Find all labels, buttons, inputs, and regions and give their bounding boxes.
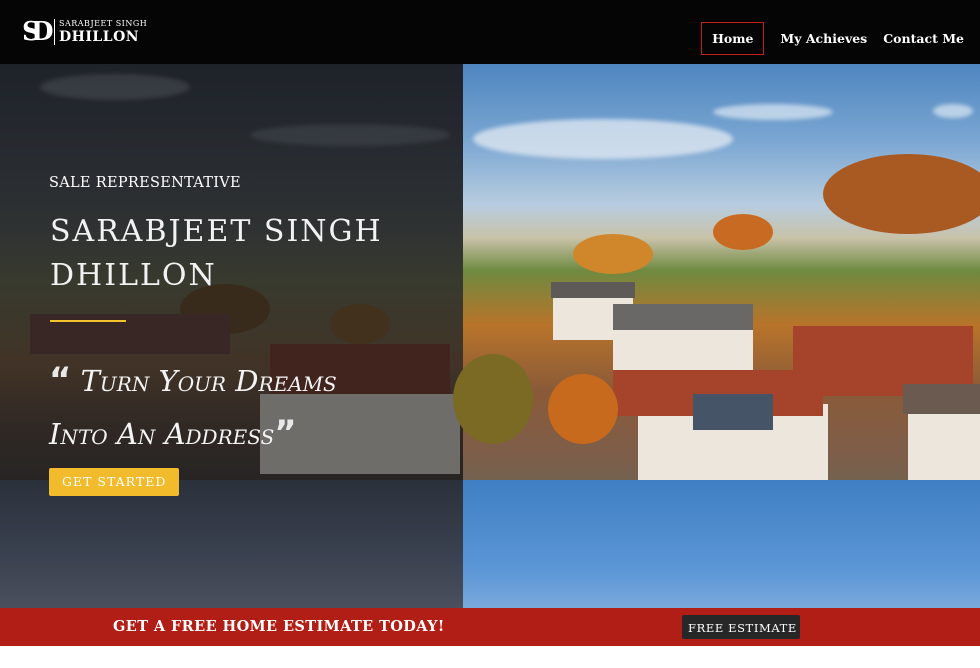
hero-divider [50,320,126,322]
site-header: SD SARABJEET SINGH DHILLON Home My Achie… [0,0,980,64]
hero-sky-left [0,480,463,608]
main-nav: Home My Achieves Contact Me [701,22,964,55]
estimate-banner: GET A FREE HOME ESTIMATE TODAY! FREE EST… [0,608,980,646]
hero-name: SARABJEET SINGH DHILLON [50,210,450,298]
hero-role: SALE REPRESENTATIVE [49,175,241,191]
estimate-banner-text: GET A FREE HOME ESTIMATE TODAY! [113,618,445,635]
site-logo[interactable]: SD SARABJEET SINGH DHILLON [22,15,147,49]
logo-monogram: SD [22,17,54,47]
nav-my-achieves[interactable]: My Achieves [780,31,867,46]
hero-tagline: “ Turn Your Dreams Into An Address” [49,354,459,460]
get-started-button[interactable]: GET STARTED [49,468,180,496]
logo-line1: SARABJEET SINGH [59,19,148,28]
hero-sky-right [463,480,980,608]
close-quote-icon: ” [274,413,297,453]
nav-home[interactable]: Home [701,22,765,55]
hero-section [0,64,980,608]
tagline-line2: Into An Address [49,417,275,451]
hero-name-line2: DHILLON [50,258,217,293]
free-estimate-button[interactable]: FREE ESTIMATE [682,615,800,639]
tagline-line1: Turn Your Dreams [80,364,337,398]
logo-line2: DHILLON [59,29,140,45]
open-quote-icon: “ [49,360,72,400]
nav-contact-me[interactable]: Contact Me [883,31,964,46]
page-bottom-edge [0,646,980,668]
logo-wordmark: SARABJEET SINGH DHILLON [54,19,147,45]
hero-name-line1: SARABJEET SINGH [50,214,383,249]
